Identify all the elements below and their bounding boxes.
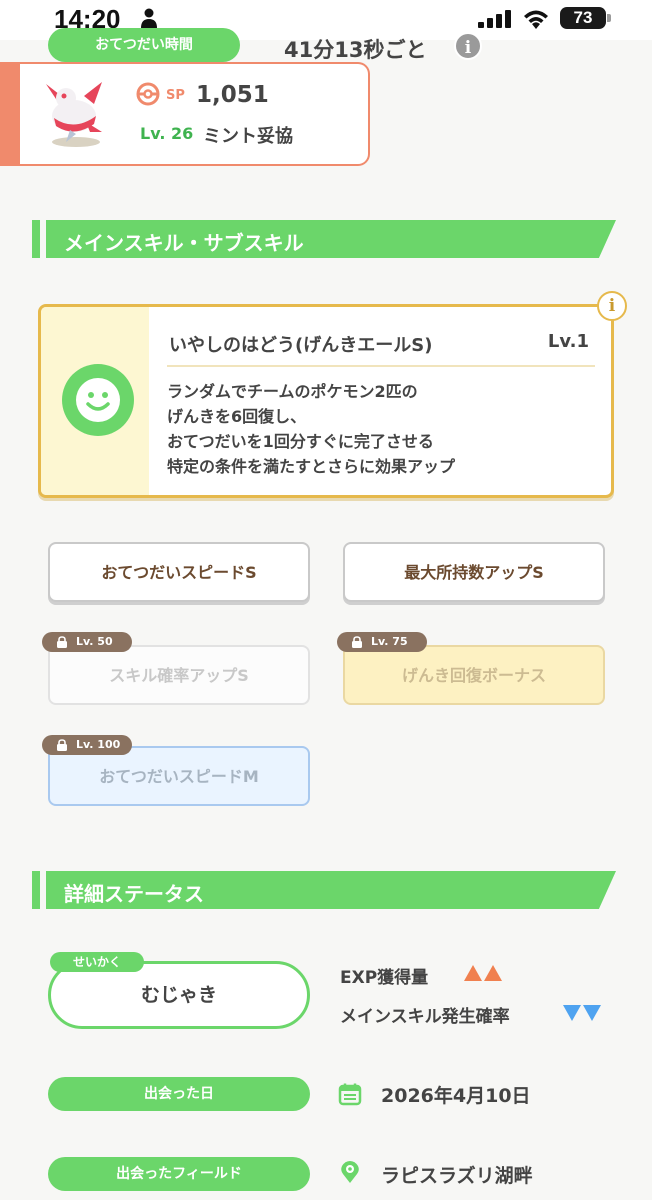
met-field-value: ラピスラズリ湖畔 xyxy=(381,1165,533,1187)
calendar-icon xyxy=(338,1083,362,1106)
header-accent xyxy=(32,871,40,909)
skills-section-title: メインスキル・サブスキル xyxy=(64,231,304,255)
pokemon-card[interactable]: SP 1,051 Lv. 26 ミント妥協 xyxy=(0,62,370,166)
battery-icon: 73 xyxy=(560,7,606,29)
description-line: おてつだいを1回分すぐに完了させる xyxy=(167,432,434,451)
wifi-icon xyxy=(524,10,548,29)
sub-skill-button-locked[interactable]: スキル確率アップS xyxy=(48,645,310,705)
lock-icon xyxy=(57,636,67,648)
nature-value: むじゃき xyxy=(140,984,217,1006)
lock-icon xyxy=(352,636,362,648)
sub-skill-button[interactable]: おてつだいスピードS xyxy=(48,542,310,602)
location-pin-icon xyxy=(341,1161,359,1183)
details-section-header: 詳細ステータス xyxy=(32,871,616,909)
details-section-title: 詳細ステータス xyxy=(64,882,204,906)
unlock-level-tag: Lv. 50 xyxy=(42,632,132,652)
nature-tag: せいかく xyxy=(50,952,144,972)
battery-level: 73 xyxy=(573,8,593,27)
met-date-value: 2026年4月10日 xyxy=(381,1085,531,1107)
description-line: 特定の条件を満たすとさらに効果アップ xyxy=(167,457,456,476)
description-line: ランダムでチームのポケモン2匹の xyxy=(167,382,418,401)
nature-up-label: EXP獲得量 xyxy=(340,968,429,988)
cellular-signal-icon xyxy=(478,10,511,28)
pokeball-sp-icon xyxy=(136,82,160,106)
skills-section-header: メインスキル・サブスキル xyxy=(32,220,616,258)
unlock-level-tag: Lv. 75 xyxy=(337,632,427,652)
card-accent xyxy=(0,64,20,164)
nature-down-label: メインスキル発生確率 xyxy=(340,1007,510,1027)
down-arrows-icon xyxy=(563,1005,601,1021)
pokemon-nickname: ミント妥協 xyxy=(203,126,293,147)
description-line: げんきを6回復し、 xyxy=(167,407,307,426)
met-date-label: 出会った日 xyxy=(48,1077,310,1111)
main-skill-name: いやしのはどう(げんきエールS) xyxy=(169,335,433,356)
help-info-icon[interactable]: i xyxy=(454,32,482,60)
sp-label: SP xyxy=(166,88,185,103)
sub-skill-button-locked[interactable]: おてつだいスピードM xyxy=(48,746,310,806)
main-skill-card[interactable]: いやしのはどう(げんきエールS) Lv.1 ランダムでチームのポケモン2匹の げ… xyxy=(38,304,614,498)
unlock-level-tag: Lv. 100 xyxy=(42,735,132,755)
help-time-value: 41分13秒ごと xyxy=(284,38,427,62)
main-skill-description: ランダムでチームのポケモン2匹の げんきを6回復し、 おてつだいを1回分すぐに完… xyxy=(167,379,607,479)
sub-skill-button[interactable]: 最大所持数アップS xyxy=(343,542,605,602)
main-skill-info-icon[interactable]: i xyxy=(597,291,627,321)
person-icon xyxy=(141,8,157,28)
up-arrows-icon xyxy=(464,965,502,981)
smile-icon xyxy=(62,364,134,436)
met-field-label: 出会ったフィールド xyxy=(48,1157,310,1191)
sp-value: 1,051 xyxy=(196,82,269,108)
skill-divider xyxy=(167,365,595,367)
main-skill-level: Lv.1 xyxy=(547,331,589,352)
pokemon-avatar-icon xyxy=(46,82,102,147)
battery-tip xyxy=(607,14,611,22)
lock-icon xyxy=(57,739,67,751)
sub-skill-button-locked[interactable]: げんき回復ボーナス xyxy=(343,645,605,705)
header-accent xyxy=(32,220,40,258)
help-time-label: おてつだい時間 xyxy=(48,28,240,62)
pokemon-level: Lv. 26 xyxy=(140,124,194,143)
